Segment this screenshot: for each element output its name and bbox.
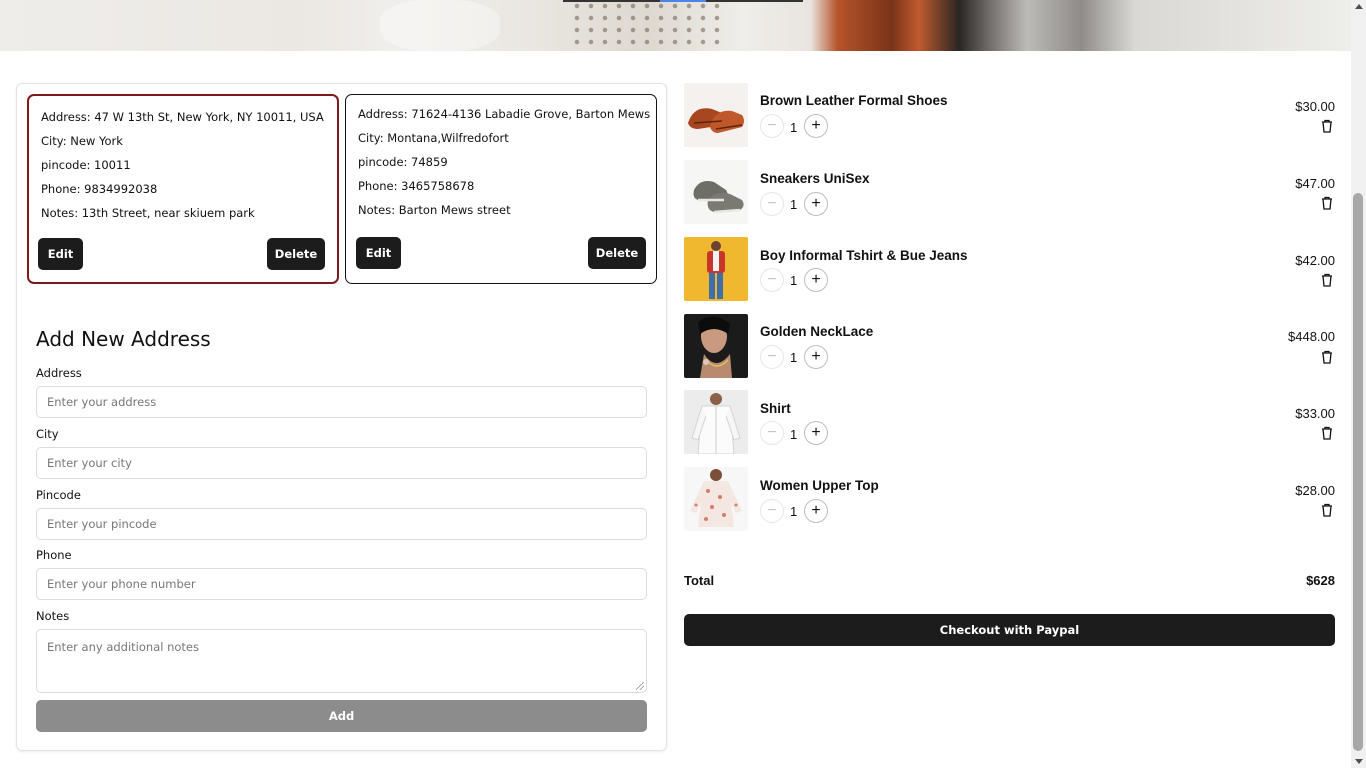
product-image[interactable] — [684, 237, 748, 301]
trash-icon[interactable] — [1321, 196, 1333, 210]
total-label: Total — [684, 573, 715, 588]
plus-icon[interactable]: + — [804, 499, 828, 523]
address-card[interactable]: Address: 71624-4136 Labadie Grove, Barto… — [345, 94, 657, 284]
trash-icon[interactable] — [1321, 503, 1333, 517]
quantity-value: 1 — [790, 504, 798, 519]
phone-input[interactable]: Enter your phone number — [36, 568, 647, 600]
pincode-label: Pincode — [36, 488, 81, 502]
hero-fabric-fold — [380, 0, 500, 51]
product-name[interactable]: Golden NeckLace — [760, 324, 873, 339]
quantity-value: 1 — [790, 350, 798, 365]
product-image[interactable] — [684, 390, 748, 454]
address-pincode: pincode: 74859 — [358, 155, 448, 169]
total-value: $628 — [1306, 573, 1335, 588]
product-image[interactable] — [684, 314, 748, 378]
carousel-indicator-active[interactable] — [660, 0, 706, 2]
add-address-button[interactable]: Add — [36, 700, 647, 732]
scrollbar-thumb[interactable] — [1353, 193, 1363, 751]
cart-item: Golden NeckLace − 1 + $448.00 — [684, 314, 1335, 378]
product-name[interactable]: Sneakers UniSex — [760, 171, 870, 186]
notes-textarea[interactable]: Enter any additional notes — [36, 629, 647, 693]
plus-icon[interactable]: + — [804, 114, 828, 138]
notes-label: Notes — [36, 609, 70, 623]
product-image[interactable] — [684, 160, 748, 224]
minus-icon[interactable]: − — [760, 345, 784, 369]
hero-pattern — [570, 0, 720, 51]
edit-address-button[interactable]: Edit — [356, 237, 401, 269]
address-city: City: Montana,Wilfredofort — [358, 131, 509, 145]
plus-icon[interactable]: + — [804, 345, 828, 369]
pincode-input[interactable]: Enter your pincode — [36, 508, 647, 540]
quantity-value: 1 — [790, 427, 798, 442]
address-phone: Phone: 9834992038 — [41, 182, 158, 196]
cart-item: Boy Informal Tshirt & Bue Jeans − 1 + $4… — [684, 237, 1335, 301]
product-price: $47.00 — [1295, 176, 1335, 191]
address-label: Address — [36, 366, 82, 380]
hero-banner — [0, 0, 1351, 51]
trash-icon[interactable] — [1321, 273, 1333, 287]
minus-icon[interactable]: − — [760, 421, 784, 445]
minus-icon[interactable]: − — [760, 192, 784, 216]
plus-icon[interactable]: + — [804, 421, 828, 445]
trash-icon[interactable] — [1321, 119, 1333, 133]
product-name[interactable]: Shirt — [760, 401, 791, 416]
city-input[interactable]: Enter your city — [36, 447, 647, 479]
address-line: Address: 71624-4136 Labadie Grove, Barto… — [358, 107, 651, 121]
scrollbar[interactable] — [1351, 0, 1366, 768]
address-notes: Notes: 13th Street, near skiuem park — [41, 206, 255, 220]
minus-icon[interactable]: − — [760, 268, 784, 292]
quantity-value: 1 — [790, 273, 798, 288]
minus-icon[interactable]: − — [760, 499, 784, 523]
product-name[interactable]: Brown Leather Formal Shoes — [760, 93, 948, 108]
scroll-up-icon[interactable] — [1355, 4, 1363, 9]
city-label: City — [36, 427, 59, 441]
address-city: City: New York — [41, 134, 123, 148]
delete-address-button[interactable]: Delete — [588, 237, 646, 269]
edit-address-button[interactable]: Edit — [38, 238, 83, 270]
cart-item: Sneakers UniSex − 1 + $47.00 — [684, 160, 1335, 224]
product-price: $42.00 — [1295, 253, 1335, 268]
address-notes: Notes: Barton Mews street — [358, 203, 511, 217]
product-image[interactable] — [684, 467, 748, 531]
plus-icon[interactable]: + — [804, 192, 828, 216]
cart-item: Brown Leather Formal Shoes − 1 + $30.00 — [684, 83, 1335, 147]
quantity-value: 1 — [790, 197, 798, 212]
address-pincode: pincode: 10011 — [41, 158, 131, 172]
quantity-value: 1 — [790, 120, 798, 135]
product-price: $30.00 — [1295, 99, 1335, 114]
trash-icon[interactable] — [1321, 350, 1333, 364]
scroll-down-icon[interactable] — [1355, 759, 1363, 764]
cart-item: Shirt − 1 + $33.00 — [684, 390, 1335, 454]
notes-placeholder: Enter any additional notes — [47, 640, 199, 654]
cart-item: Women Upper Top − 1 + $28.00 — [684, 467, 1335, 531]
product-image[interactable] — [684, 83, 748, 147]
delete-address-button[interactable]: Delete — [267, 238, 325, 270]
phone-label: Phone — [36, 548, 72, 562]
address-phone: Phone: 3465758678 — [358, 179, 475, 193]
checkout-paypal-button[interactable]: Checkout with Paypal — [684, 614, 1335, 646]
plus-icon[interactable]: + — [804, 268, 828, 292]
resize-grip-icon[interactable] — [636, 682, 644, 690]
form-title: Add New Address — [36, 327, 211, 351]
product-name[interactable]: Women Upper Top — [760, 478, 879, 493]
trash-icon[interactable] — [1321, 426, 1333, 440]
product-price: $448.00 — [1288, 329, 1335, 344]
address-line: Address: 47 W 13th St, New York, NY 1001… — [41, 110, 324, 124]
product-price: $33.00 — [1295, 406, 1335, 421]
minus-icon[interactable]: − — [760, 114, 784, 138]
product-price: $28.00 — [1295, 483, 1335, 498]
address-input[interactable]: Enter your address — [36, 386, 647, 418]
product-name[interactable]: Boy Informal Tshirt & Bue Jeans — [760, 248, 968, 263]
address-card[interactable]: Address: 47 W 13th St, New York, NY 1001… — [27, 94, 339, 284]
